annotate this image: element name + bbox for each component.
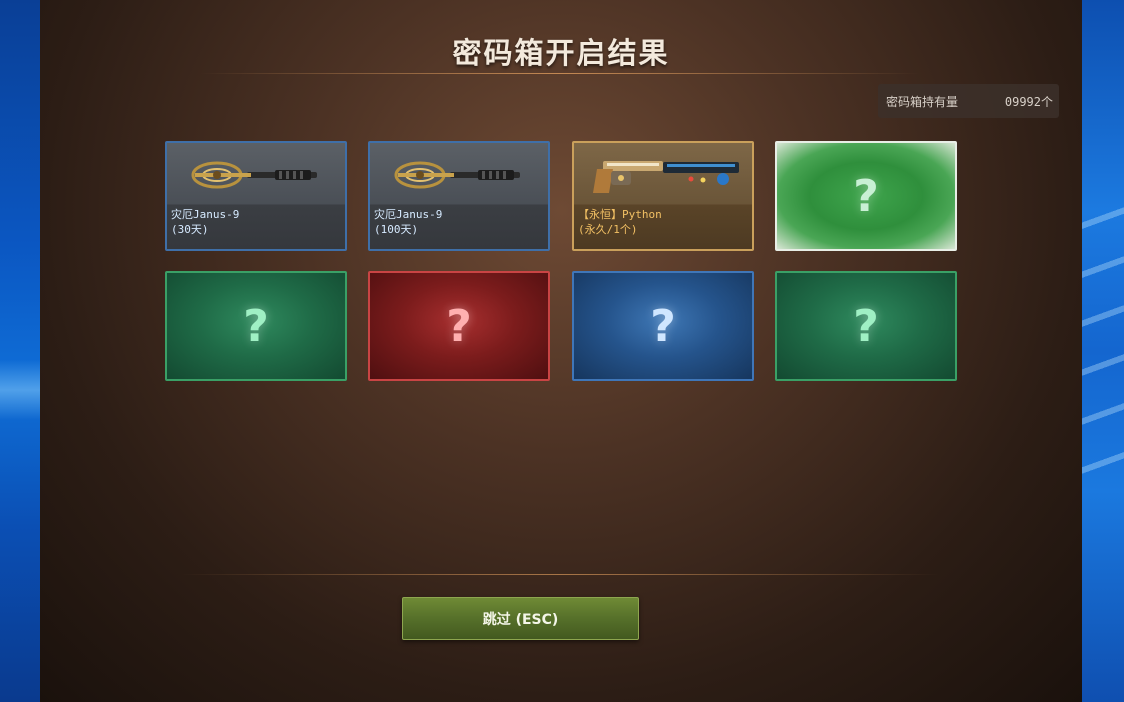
janus-9-weapon-icon xyxy=(191,161,317,189)
reward-card[interactable]: 灾厄Janus-9 (100天) xyxy=(368,141,550,251)
reward-duration: (30天) xyxy=(171,223,209,236)
question-mark-icon: ? xyxy=(243,300,269,352)
case-result-window: 密码箱开启结果 密码箱持有量 09992个 灾厄Janus-9 (30天) 灾厄… xyxy=(40,0,1082,702)
python-revolver-icon xyxy=(593,161,739,193)
question-mark-icon: ? xyxy=(853,170,879,222)
inventory-count-value: 09992个 xyxy=(1004,94,1053,109)
inventory-count-panel: 密码箱持有量 09992个 xyxy=(878,84,1059,118)
unrevealed-reward-card[interactable]: ? xyxy=(572,271,754,381)
question-mark-icon: ? xyxy=(650,300,676,352)
reward-name: 灾厄Janus-9 xyxy=(374,208,443,221)
reward-card[interactable]: 灾厄Janus-9 (30天) xyxy=(165,141,347,251)
title-divider xyxy=(200,73,920,74)
unrevealed-reward-card[interactable]: ? xyxy=(368,271,550,381)
reward-duration: (100天) xyxy=(374,223,419,236)
footer-divider xyxy=(180,574,940,575)
reward-duration: (永久/1个) xyxy=(578,223,638,236)
reward-card[interactable]: 【永恒】Python (永久/1个) xyxy=(572,141,754,251)
skip-button[interactable]: 跳过 (ESC) xyxy=(402,597,639,640)
reward-name: 【永恒】Python xyxy=(578,208,662,221)
reward-name: 灾厄Janus-9 xyxy=(171,208,240,221)
janus-9-weapon-icon xyxy=(394,161,520,189)
desktop-left-edge xyxy=(0,0,40,702)
window-title: 密码箱开启结果 xyxy=(452,36,670,70)
question-mark-icon: ? xyxy=(446,300,472,352)
unrevealed-reward-card[interactable]: ? xyxy=(165,271,347,381)
unrevealed-reward-card[interactable]: ? xyxy=(775,271,957,381)
desktop-right-edge xyxy=(1082,0,1124,702)
unrevealed-reward-card[interactable]: ? xyxy=(775,141,957,251)
question-mark-icon: ? xyxy=(853,300,879,352)
inventory-count-label: 密码箱持有量 xyxy=(886,94,959,109)
